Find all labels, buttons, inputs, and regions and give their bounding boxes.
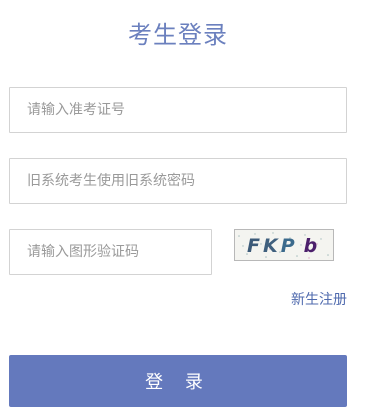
exam-id-input[interactable]	[10, 88, 346, 132]
exam-id-field[interactable]	[9, 87, 347, 133]
captcha-image[interactable]: FKP b	[234, 229, 334, 261]
captcha-input[interactable]	[10, 230, 211, 274]
captcha-graphic: FKP b	[238, 232, 329, 259]
login-button[interactable]: 登 录	[9, 355, 347, 407]
register-link[interactable]: 新生注册	[291, 289, 347, 309]
password-field[interactable]	[9, 158, 347, 204]
page-title: 考生登录	[128, 21, 228, 49]
password-input[interactable]	[10, 159, 346, 203]
captcha-text: FKP b	[247, 235, 320, 257]
captcha-field[interactable]	[9, 229, 212, 275]
